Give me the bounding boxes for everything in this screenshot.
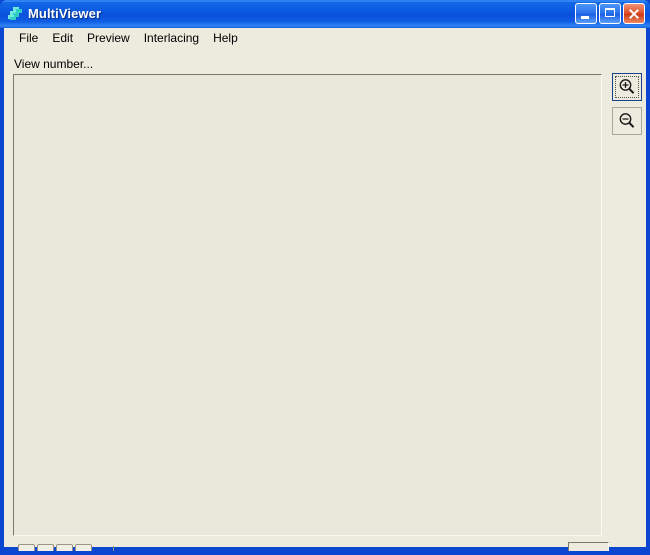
menu-item-help[interactable]: Help [206, 29, 245, 48]
view-number-label: View number... [14, 57, 94, 71]
titlebar-highlight [0, 0, 650, 2]
window-frame-bottom [0, 551, 650, 555]
image-canvas[interactable] [13, 74, 602, 536]
client-area: File Edit Preview Interlacing Help View … [4, 28, 646, 555]
window-frame-right [646, 28, 650, 555]
application-window: MultiViewer File Edit Preview Interlacin… [0, 0, 650, 555]
zoom-toolbar [612, 73, 644, 141]
title-bar[interactable]: MultiViewer [0, 0, 650, 28]
maximize-icon [605, 8, 615, 17]
menu-item-file[interactable]: File [12, 29, 45, 48]
maximize-button[interactable] [599, 3, 621, 24]
menu-item-interlacing[interactable]: Interlacing [137, 29, 206, 48]
menu-item-edit[interactable]: Edit [45, 29, 80, 48]
magnifier-minus-icon [619, 113, 635, 128]
window-title: MultiViewer [28, 6, 102, 21]
caption-buttons [575, 3, 645, 24]
menu-item-preview[interactable]: Preview [80, 29, 137, 48]
zoom-out-button[interactable] [612, 107, 642, 135]
magnifier-plus-icon [619, 79, 635, 94]
minimize-button[interactable] [575, 3, 597, 24]
close-button[interactable] [623, 3, 645, 24]
minimize-icon [581, 16, 589, 19]
zoom-in-button[interactable] [612, 73, 642, 101]
window-frame-left [0, 28, 4, 555]
stacked-windows-icon [7, 6, 24, 22]
menu-bar: File Edit Preview Interlacing Help [4, 28, 646, 49]
